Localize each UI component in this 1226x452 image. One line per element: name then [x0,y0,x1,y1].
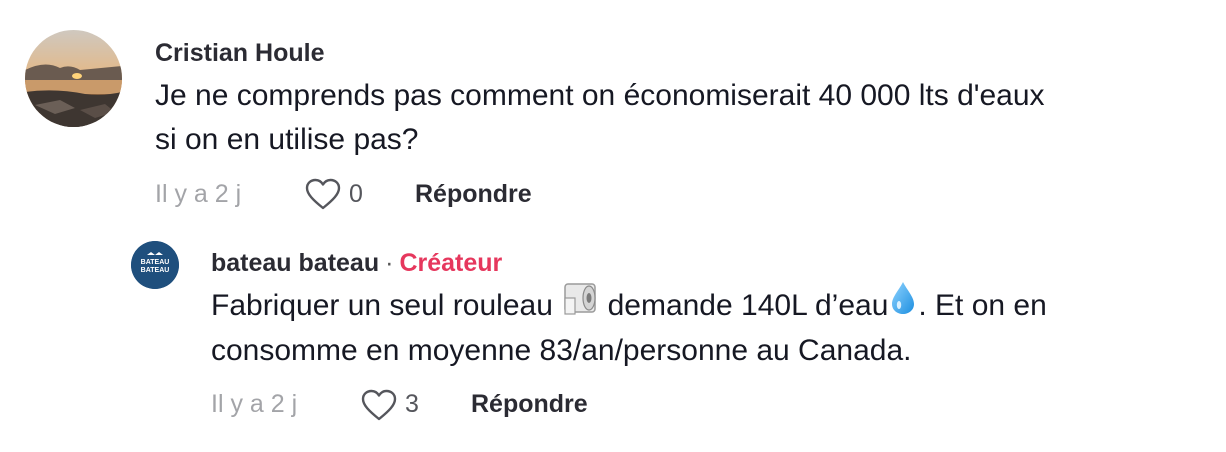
like-count: 3 [405,390,419,419]
reply-button[interactable]: Répondre [471,390,588,419]
like-count: 0 [349,179,363,208]
comment-text-line: Je ne comprends pas comment on économise… [155,79,1045,112]
comment-text-line: si on en utilise pas? [155,123,419,156]
avatar-logo-text: BATEAU [141,259,170,266]
comment-text: Je ne comprends pas comment on économise… [155,74,1195,162]
comment-text: Fabriquer un seul rouleau demande 140L d… [211,281,1226,373]
comment-item: Cristian Houle Je ne comprends pas comme… [25,30,1195,210]
comment-meta: Il y a 2 j 0 Répondre [155,178,1195,210]
toilet-paper-icon [563,280,597,329]
heart-outline-icon[interactable] [305,178,341,210]
avatar[interactable] [25,30,122,127]
comment-text-line: Fabriquer un seul rouleau demande 140L d… [211,281,1226,329]
comment-username: bateau bateau · Créateur [211,248,1226,278]
comment-timestamp: Il y a 2 j [211,390,298,419]
comment-username[interactable]: Cristian Houle [155,38,1195,68]
comment-body: Cristian Houle Je ne comprends pas comme… [155,38,1195,210]
avatar-logo-text: BATEAU [141,267,170,274]
comment-meta: Il y a 2 j 3 Répondre [211,389,1226,421]
comment-timestamp: Il y a 2 j [155,179,242,208]
like-button[interactable]: 0 [305,178,415,210]
reply-button[interactable]: Répondre [415,180,532,209]
creator-badge: Créateur [399,249,503,277]
text-segment: Fabriquer un seul rouleau [211,289,553,322]
droplet-icon [890,280,916,329]
avatar[interactable]: BATEAU BATEAU [131,241,179,289]
separator-dot: · [385,249,394,277]
heart-outline-icon[interactable] [361,389,397,421]
text-segment: demande 140L d’eau [607,289,889,322]
username-label[interactable]: Cristian Houle [155,39,324,67]
comment-text-line: consomme en moyenne 83/an/personne au Ca… [211,333,912,367]
reply-comment-item: BATEAU BATEAU bateau bateau · Créateur Fab… [131,241,1226,421]
like-button[interactable]: 3 [361,389,471,421]
text-segment: . Et on en [918,289,1047,322]
comment-body: bateau bateau · Créateur Fabriquer un seul… [211,248,1226,421]
username-label[interactable]: bateau bateau [211,249,379,277]
